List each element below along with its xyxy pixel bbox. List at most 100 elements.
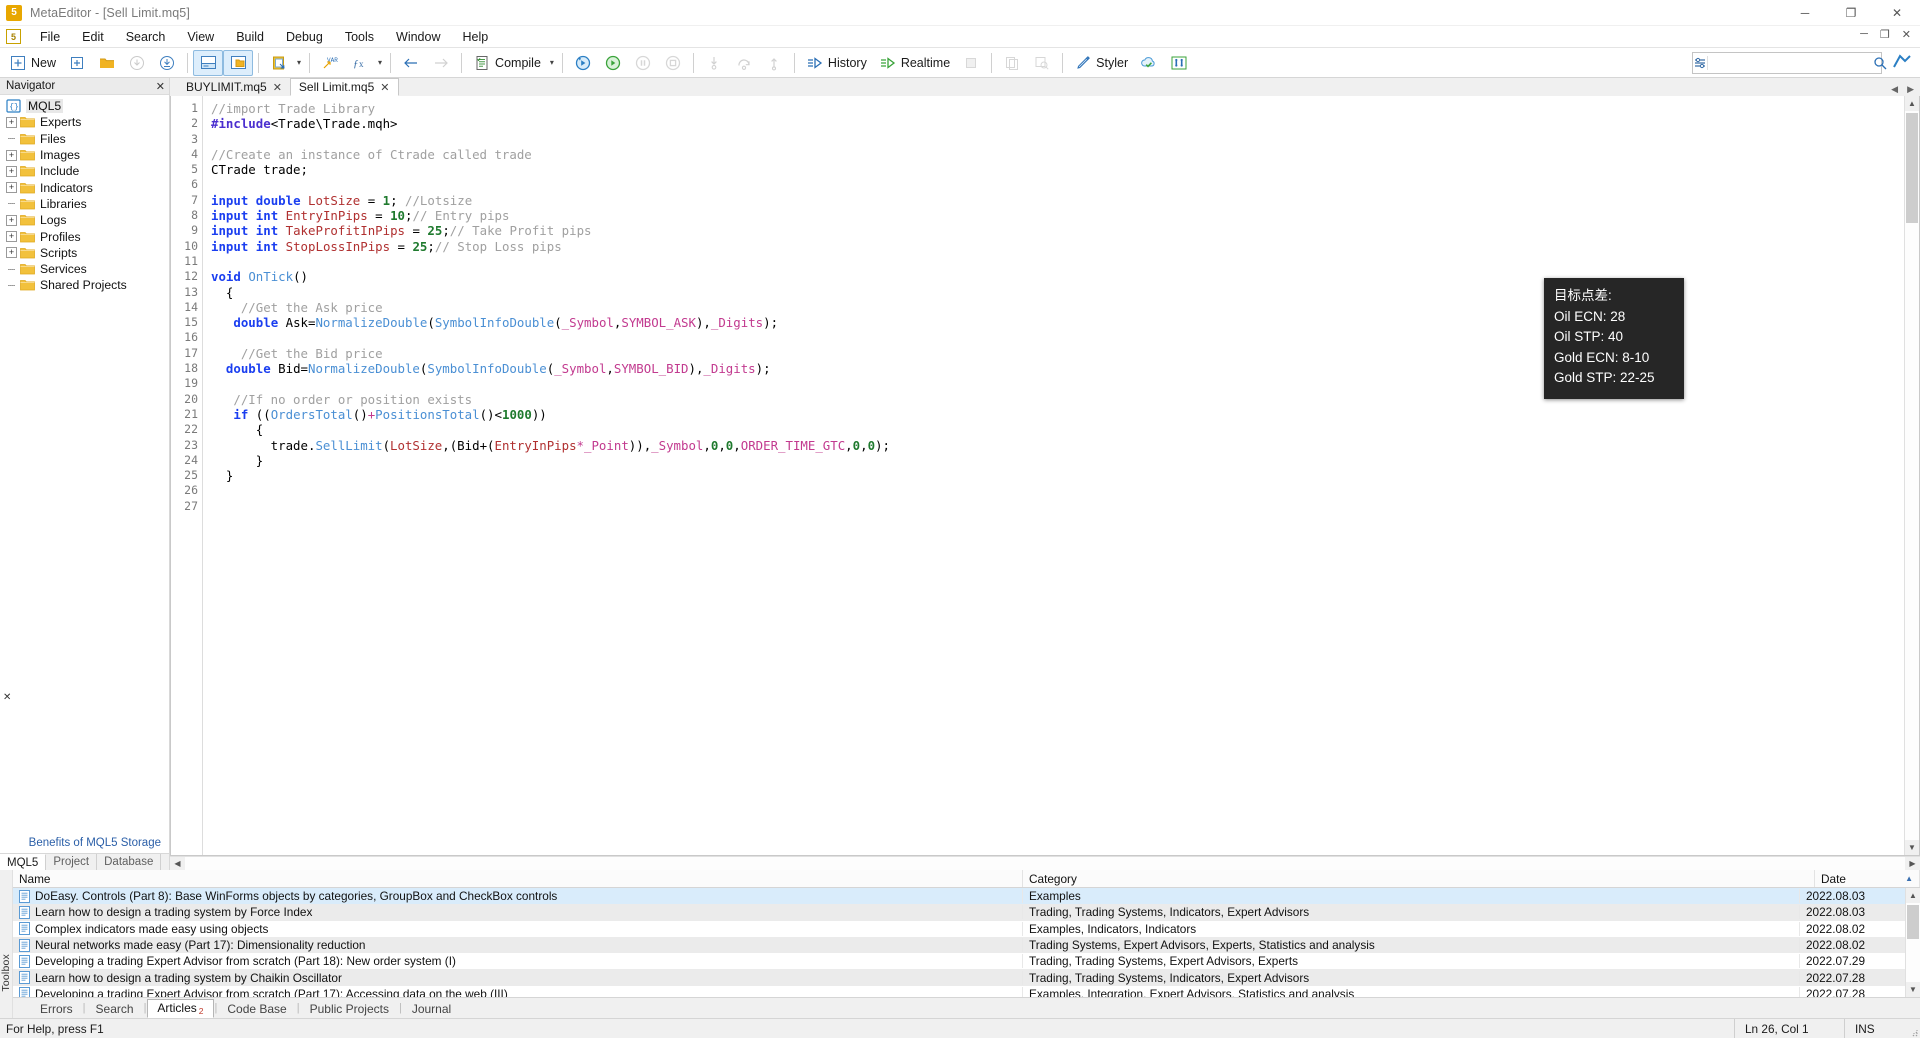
pause-debug-button[interactable] [628,50,658,76]
expand-icon[interactable]: + [6,182,17,193]
insert-function-button[interactable]: ƒx [345,50,375,76]
code-line[interactable] [211,483,1904,498]
nav-item-images[interactable]: +Images [0,147,169,163]
doc-tab-buylimit-close-icon[interactable]: ✕ [273,81,282,94]
step-out-button[interactable] [759,50,789,76]
code-line[interactable] [211,499,1904,514]
toggle-toolbox-button[interactable] [193,50,223,76]
articles-scroll-thumb[interactable] [1907,905,1919,939]
insert-variable-button[interactable]: VAR [315,50,345,76]
expand-icon[interactable]: + [6,247,17,258]
navigator-tree[interactable]: {} MQL5 +ExpertsFiles+Images+Include+Ind… [0,95,169,837]
editor-horizontal-scrollbar[interactable]: ◀ ▶ [170,856,1920,870]
cloud-protect-button[interactable] [1134,50,1164,76]
expand-icon[interactable]: + [6,166,17,177]
expand-icon[interactable]: + [6,215,17,226]
code-line[interactable]: input int EntryInPips = 10;// Entry pips [211,208,1904,223]
code-line[interactable]: if ((OrdersTotal()+PositionsTotal()<1000… [211,407,1904,422]
article-row[interactable]: Learn how to design a trading system by … [13,969,1905,985]
doc-restore-button[interactable]: ❐ [1875,28,1895,41]
expand-icon[interactable]: + [6,231,17,242]
navigate-forward-button[interactable] [426,50,456,76]
editor-scroll-right-icon[interactable]: ▶ [1905,857,1920,870]
start-debug-button[interactable] [598,50,628,76]
code-text[interactable]: //import Trade Library#include<Trade\Tra… [203,96,1904,855]
article-row[interactable]: Learn how to design a trading system by … [13,904,1905,920]
mql5-community-icon[interactable] [1892,54,1912,77]
code-editor[interactable]: 1234567891011121314151617181920212223242… [171,96,1904,855]
close-button[interactable]: ✕ [1874,0,1920,26]
code-line[interactable] [211,254,1904,269]
profiler-stop-button[interactable] [956,50,986,76]
expand-icon[interactable]: + [6,117,17,128]
expand-icon[interactable]: + [6,150,17,161]
editor-scroll-track[interactable] [1905,111,1919,840]
mql5-storage-link[interactable]: Benefits of MQL5 Storage [0,837,169,853]
articles-vertical-scrollbar[interactable]: ▲ ▼ [1905,888,1920,997]
articles-scroll-down-icon[interactable]: ▼ [1906,982,1920,997]
toolbox-tab-articles[interactable]: Articles2 [147,999,213,1018]
search-icon[interactable] [1873,56,1887,70]
nav-item-experts[interactable]: +Experts [0,114,169,130]
code-line[interactable] [211,132,1904,147]
resize-grip-icon[interactable] [1904,1019,1920,1038]
article-row[interactable]: Neural networks made easy (Part 17): Dim… [13,937,1905,953]
realtime-mode-button[interactable]: Realtime [873,50,956,76]
doc-tab-selllimit[interactable]: Sell Limit.mq5 ✕ [290,78,399,96]
menu-help[interactable]: Help [451,28,499,46]
menu-search[interactable]: Search [115,28,177,46]
navigate-back-button[interactable] [396,50,426,76]
menu-file[interactable]: File [29,28,71,46]
save-button[interactable] [122,50,152,76]
stop-debug-button[interactable] [658,50,688,76]
new-file-button[interactable]: New [3,50,62,76]
open-file-button[interactable] [92,50,122,76]
toggle-navigator-button[interactable] [223,50,253,76]
toolbox-tab-errors[interactable]: Errors [31,1001,82,1018]
nav-tab-mql5[interactable]: MQL5 [0,854,46,870]
menu-view[interactable]: View [176,28,225,46]
navigator-close-icon[interactable]: ✕ [156,80,165,93]
nav-item-services[interactable]: Services [0,261,169,277]
tabstrip-prev-icon[interactable]: ◀ [1891,84,1898,95]
toolbox-tab-code-base[interactable]: Code Base [218,1001,295,1018]
minimize-button[interactable]: ─ [1782,0,1828,26]
editor-scroll-left-icon[interactable]: ◀ [170,857,185,870]
menu-window[interactable]: Window [385,28,451,46]
nav-item-shared-projects[interactable]: Shared Projects [0,277,169,293]
function-dropdown-caret-icon[interactable]: ▾ [375,58,385,67]
toolbox-close-icon[interactable]: ✕ [3,692,11,703]
articles-scroll-up-icon[interactable]: ▲ [1906,888,1920,903]
menu-edit[interactable]: Edit [71,28,115,46]
code-line[interactable]: input double LotSize = 1; //Lotsize [211,193,1904,208]
article-row[interactable]: Developing a trading Expert Advisor from… [13,953,1905,969]
code-line[interactable]: } [211,468,1904,483]
column-header-category[interactable]: Category [1023,870,1815,887]
step-over-button[interactable] [729,50,759,76]
step-into-button[interactable] [699,50,729,76]
doc-tab-buylimit[interactable]: BUYLIMIT.mq5 ✕ [178,78,290,96]
find-in-pages-button[interactable] [1027,50,1057,76]
menu-tools[interactable]: Tools [334,28,385,46]
code-line[interactable]: CTrade trade; [211,162,1904,177]
toolbar-search-box[interactable] [1692,52,1882,74]
paste-button[interactable] [264,50,294,76]
new-item-button[interactable] [62,50,92,76]
nav-item-indicators[interactable]: +Indicators [0,179,169,195]
code-line[interactable] [211,177,1904,192]
code-line[interactable]: //import Trade Library [211,101,1904,116]
mql5-storage-button[interactable] [1164,50,1194,76]
column-header-name[interactable]: Name [13,870,1023,887]
compile-dropdown-caret-icon[interactable]: ▾ [547,58,557,67]
editor-scroll-thumb[interactable] [1906,113,1918,223]
nav-item-logs[interactable]: +Logs [0,212,169,228]
debug-history-button[interactable] [568,50,598,76]
nav-tab-project[interactable]: Project [46,854,97,870]
code-line[interactable]: trade.SellLimit(LotSize,(Bid+(EntryInPip… [211,438,1904,453]
maximize-button[interactable]: ❐ [1828,0,1874,26]
code-line[interactable]: input int TakeProfitInPips = 25;// Take … [211,223,1904,238]
nav-item-files[interactable]: Files [0,131,169,147]
search-input[interactable] [1710,53,1873,73]
editor-scroll-up-icon[interactable]: ▲ [1905,96,1919,111]
article-row[interactable]: DoEasy. Controls (Part 8): Base WinForms… [13,888,1905,904]
